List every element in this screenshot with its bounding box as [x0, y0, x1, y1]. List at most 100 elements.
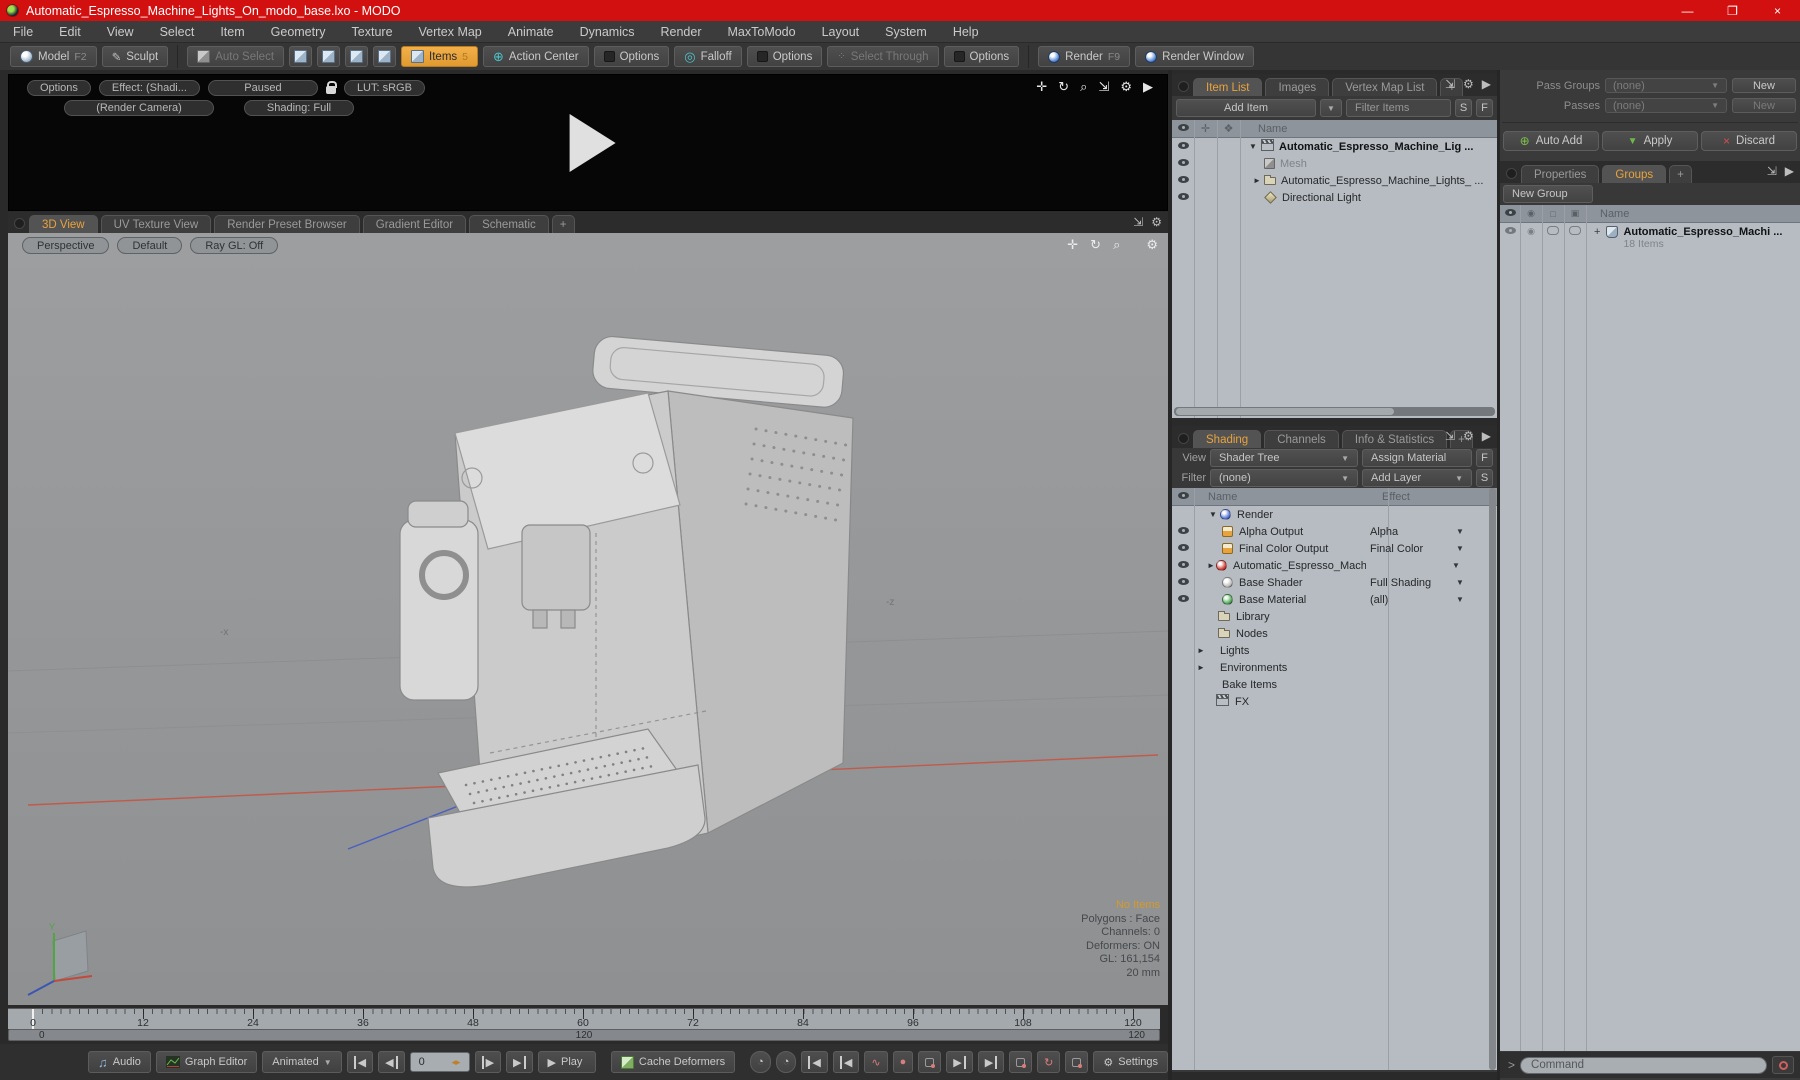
horizontal-scrollbar[interactable] [1174, 407, 1495, 416]
sculpt-mode-button[interactable]: ✎ Sculpt [101, 46, 169, 67]
expand-icon[interactable]: ► [1206, 561, 1216, 570]
scrollbar-thumb[interactable] [1176, 408, 1395, 415]
effect-value[interactable]: (all) [1370, 594, 1456, 606]
tab-channels[interactable]: Channels [1264, 430, 1339, 448]
graph-editor-button[interactable]: Graph Editor [155, 1051, 258, 1073]
chevron-down-icon[interactable]: ▼ [1456, 527, 1464, 536]
preview-camera-button[interactable]: (Render Camera) [64, 100, 214, 116]
discard-button[interactable]: × Discard [1701, 131, 1797, 151]
cache-deformers-button[interactable]: Cache Deformers [610, 1051, 736, 1073]
shader-row-lights[interactable]: ► Lights [1172, 642, 1497, 659]
edges-mode-button[interactable] [317, 46, 341, 67]
tab-info-statistics[interactable]: Info & Statistics [1341, 430, 1448, 448]
visibility-eye-icon[interactable] [1177, 175, 1189, 184]
preview-lut-button[interactable]: LUT: sRGB [343, 80, 425, 96]
model-mode-button[interactable]: Model F2 [10, 46, 97, 67]
timeline-range-bar[interactable]: 0 120 120 [8, 1029, 1160, 1041]
filter-items-input[interactable]: Filter Items [1346, 99, 1451, 117]
zoom-icon[interactable]: ⌕ [1080, 79, 1087, 95]
add-item-button[interactable]: Add Item [1176, 99, 1316, 117]
pan-icon[interactable]: ✛ [1036, 79, 1047, 95]
expand-plus-icon[interactable]: + [1594, 226, 1600, 238]
apply-button[interactable]: ▼ Apply [1602, 131, 1698, 151]
maximize-panel-icon[interactable]: ⇲ [1133, 215, 1143, 229]
chevron-down-icon[interactable]: ▼ [1456, 578, 1464, 587]
command-input[interactable] [1520, 1056, 1767, 1074]
move-key-button[interactable] [1065, 1051, 1089, 1073]
shader-row-material-group[interactable]: ► Automatic_Espresso_Machi... ▼ [1172, 557, 1497, 574]
tab-uv-texture-view[interactable]: UV Texture View [100, 215, 212, 233]
toggle-box-icon[interactable] [1569, 226, 1581, 235]
gear-icon[interactable]: ⚙ [1151, 215, 1162, 229]
maximize-panel-icon[interactable]: ⇲ [1098, 79, 1109, 95]
tab-gradient-editor[interactable]: Gradient Editor [362, 215, 467, 233]
new-pass-group-button[interactable]: New [1732, 78, 1796, 93]
tab-3d-view[interactable]: 3D View [29, 215, 98, 233]
visibility-eye-icon[interactable] [1177, 526, 1189, 535]
select-through-options-button[interactable]: Options [943, 46, 1020, 67]
next-key-button[interactable]: ▶ [946, 1051, 973, 1073]
visibility-eye-icon[interactable] [1177, 158, 1189, 167]
render-toggle-icon[interactable]: ◉ [1520, 226, 1542, 237]
gear-icon[interactable]: ⚙ [1463, 77, 1474, 91]
render-button[interactable]: Render F9 [1038, 46, 1131, 67]
visibility-eye-icon[interactable] [1177, 560, 1189, 569]
render-window-button[interactable]: Render Window [1135, 46, 1254, 67]
panel-arrow-icon[interactable]: ▶ [1143, 79, 1153, 95]
expand-icon[interactable]: ► [1252, 176, 1262, 185]
effect-value[interactable]: Full Shading [1370, 577, 1456, 589]
action-button[interactable]: ◔ [775, 1051, 797, 1073]
menu-item-file[interactable]: File [0, 25, 46, 39]
menu-item-layout[interactable]: Layout [809, 25, 873, 39]
add-item-dropdown[interactable]: ▼ [1320, 99, 1342, 117]
panel-arrow-icon[interactable]: ▶ [1482, 77, 1491, 91]
pan-icon[interactable]: ✛ [1067, 237, 1078, 253]
item-row-group-locator[interactable]: ► Automatic_Espresso_Machine_Lights_ ... [1172, 172, 1497, 189]
auto-select-button[interactable]: Auto Select [187, 46, 285, 67]
falloff-options-button[interactable]: Options [746, 46, 823, 67]
menu-item-system[interactable]: System [872, 25, 940, 39]
audio-button[interactable]: ♫ Audio [88, 1051, 151, 1073]
timeline-ruler[interactable]: 0 12 24 36 48 60 72 84 96 108 120 [8, 1008, 1160, 1030]
panel-menu-icon[interactable] [1178, 81, 1189, 92]
scope-button[interactable]: S [1455, 99, 1472, 117]
items-mode-button[interactable]: Items 5 [401, 46, 478, 67]
shader-row-fx[interactable]: FX [1172, 693, 1497, 710]
polygons-mode-button[interactable] [345, 46, 369, 67]
panel-menu-icon[interactable] [1178, 433, 1189, 444]
next-frame-button[interactable]: ▶ [474, 1051, 502, 1073]
toggle-box-icon[interactable] [1547, 226, 1559, 235]
action-center-button[interactable]: ⊕ Action Center [483, 46, 589, 67]
tab-properties[interactable]: Properties [1521, 165, 1600, 183]
filter-dropdown[interactable]: (none) ▼ [1210, 469, 1358, 487]
shader-row-base-shader[interactable]: Base Shader Full Shading ▼ [1172, 574, 1497, 591]
shader-row-bake-items[interactable]: Bake Items [1172, 676, 1497, 693]
preview-shading-button[interactable]: Shading: Full [244, 100, 354, 116]
menu-item-render[interactable]: Render [648, 25, 715, 39]
minimize-button[interactable]: — [1665, 0, 1710, 21]
visibility-eye-icon[interactable] [1177, 141, 1189, 150]
visibility-eye-icon[interactable] [1177, 543, 1189, 552]
settings-button[interactable]: ⚙ Settings [1093, 1051, 1168, 1073]
collapse-icon[interactable]: ▼ [1248, 142, 1258, 151]
rotate-icon[interactable]: ↻ [1090, 237, 1101, 253]
visibility-eye-icon[interactable] [1177, 192, 1189, 201]
select-through-button[interactable]: ⁘ Select Through [827, 46, 939, 67]
maximize-button[interactable]: ❐ [1710, 0, 1755, 21]
panel-menu-icon[interactable] [14, 218, 25, 229]
menu-item-edit[interactable]: Edit [46, 25, 94, 39]
rotate-icon[interactable]: ↻ [1058, 79, 1069, 95]
close-button[interactable]: × [1755, 0, 1800, 21]
shader-row-render[interactable]: ▼ Render [1172, 506, 1497, 523]
scope-button[interactable]: S [1476, 469, 1493, 487]
preview-options-button[interactable]: Options [27, 80, 91, 96]
perspective-button[interactable]: Perspective [22, 237, 110, 254]
expand-icon[interactable]: ► [1196, 663, 1206, 672]
expand-icon[interactable]: ► [1196, 646, 1206, 655]
ray-gl-button[interactable]: Ray GL: Off [190, 237, 279, 254]
filter-button[interactable]: F [1476, 99, 1493, 117]
menu-item-geometry[interactable]: Geometry [258, 25, 339, 39]
auto-key-button[interactable]: ∿ [864, 1051, 888, 1073]
maximize-panel-icon[interactable]: ⇲ [1445, 77, 1455, 91]
shader-row-alpha-output[interactable]: Alpha Output Alpha ▼ [1172, 523, 1497, 540]
